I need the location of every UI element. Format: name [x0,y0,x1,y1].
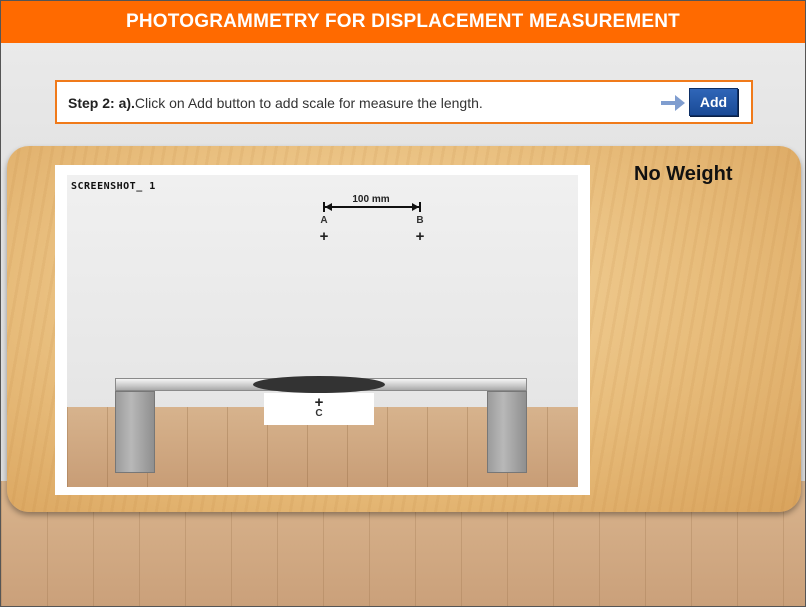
arrow-right-icon [661,95,685,111]
instruction-body: Click on Add button to add scale for mea… [134,95,483,111]
instruction-box: Step 2: a).Click on Add button to add sc… [55,80,753,124]
point-b-label: B [416,215,424,226]
scale-bar: 100 mm [323,194,421,212]
screenshot-label: SCREENSHOT_ 1 [71,181,156,192]
point-b-marker[interactable]: + [413,229,427,244]
point-c-label: C [315,408,323,419]
step-label: Step 2: a). [68,95,135,111]
instruction-text: Step 2: a).Click on Add button to add sc… [68,95,483,111]
left-support [115,391,155,473]
right-support [487,391,527,473]
add-button[interactable]: Add [689,88,738,116]
point-a-label: A [320,215,328,226]
add-button-label: Add [699,94,728,110]
page-title: PHOTOGRAMMETRY FOR DISPLACEMENT MEASUREM… [1,1,805,43]
weight-status: No Weight [634,163,733,185]
screenshot-panel: SCREENSHOT_ 1 100 mm A + B + + C [55,165,590,495]
point-c-target: + C [264,393,374,425]
scale-label: 100 mm [352,194,389,205]
app-frame: PHOTOGRAMMETRY FOR DISPLACEMENT MEASUREM… [0,0,806,607]
screenshot-image[interactable]: SCREENSHOT_ 1 100 mm A + B + + C [67,175,578,487]
page-title-text: PHOTOGRAMMETRY FOR DISPLACEMENT MEASUREM… [126,11,680,32]
point-a-marker[interactable]: + [317,229,331,244]
load-plate [253,376,385,393]
